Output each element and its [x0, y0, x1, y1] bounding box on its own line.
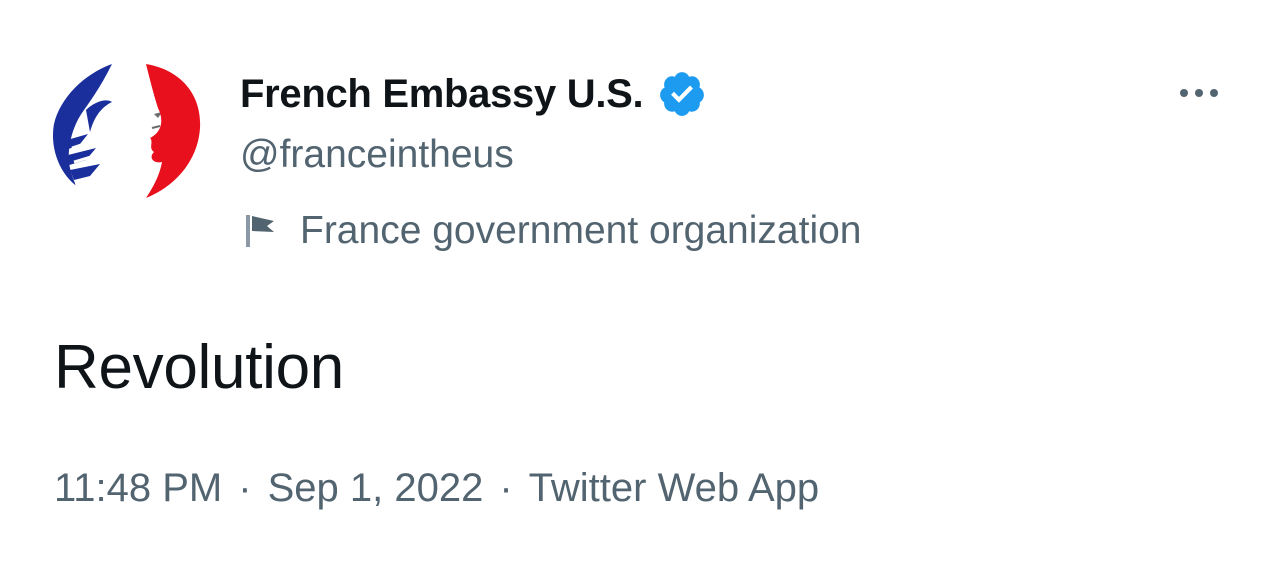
tweet-text: Revolution [54, 333, 344, 402]
meta-separator: · [499, 466, 513, 510]
more-options-icon[interactable] [1170, 78, 1228, 108]
author-name-row: French Embassy U.S. [240, 68, 707, 120]
tweet: French Embassy U.S. @franceintheus Franc… [0, 0, 1280, 563]
affiliation-label-text: France government organization [300, 209, 862, 252]
flag-icon [246, 215, 274, 247]
tweet-meta: 11:48 PM · Sep 1, 2022 · Twitter Web App [54, 466, 819, 511]
marianne-logo-icon [52, 64, 201, 198]
tweet-date[interactable]: Sep 1, 2022 [268, 466, 484, 511]
affiliation-label[interactable]: France government organization [244, 205, 861, 257]
avatar[interactable] [50, 62, 208, 204]
more-dot [1180, 89, 1188, 97]
more-dot [1195, 89, 1203, 97]
author-display-name[interactable]: French Embassy U.S. [240, 72, 644, 117]
tweet-source[interactable]: Twitter Web App [529, 466, 820, 511]
meta-separator: · [238, 466, 252, 510]
author-handle[interactable]: @franceintheus [240, 133, 514, 177]
tweet-time[interactable]: 11:48 PM [54, 466, 222, 511]
more-dot [1210, 89, 1218, 97]
verified-badge-icon[interactable] [657, 69, 707, 119]
